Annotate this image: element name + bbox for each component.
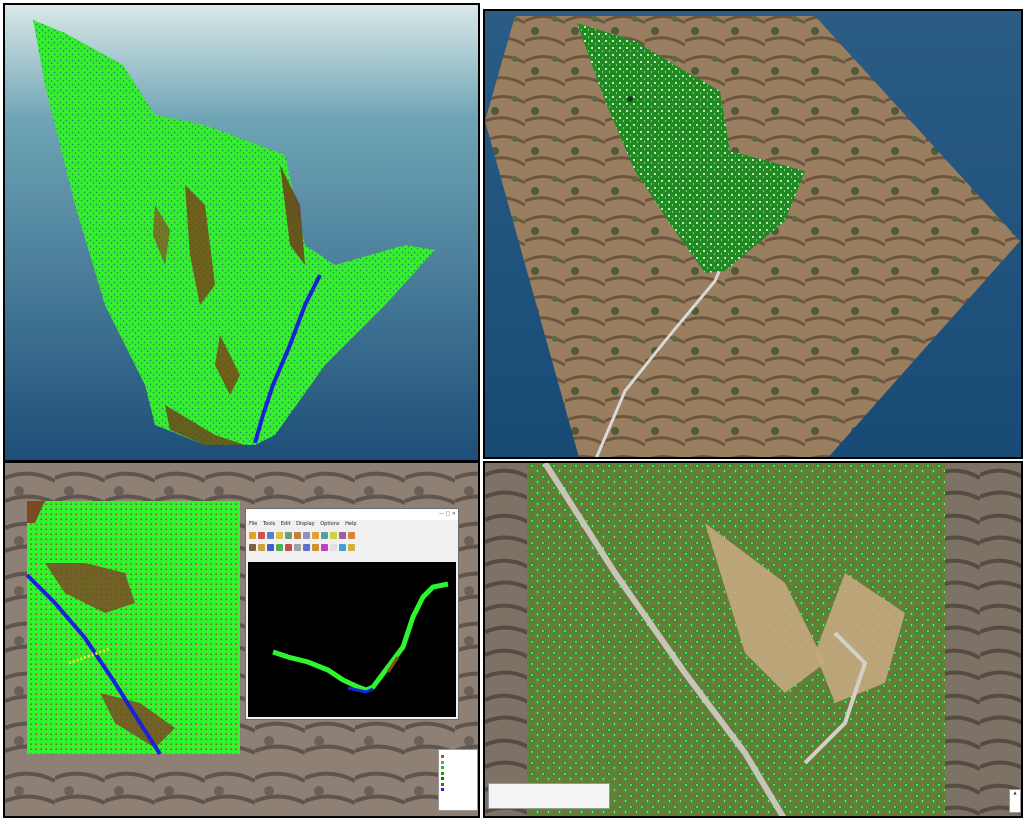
profile-window[interactable]: — □ ✕ File Tools Edit Display Options He… [245,508,459,720]
tool-icon[interactable] [348,543,355,551]
tool-icon[interactable] [285,543,292,551]
scale-bar [488,783,610,809]
panel-cloud-over-orthophoto [483,9,1023,459]
cloud-gap [627,96,633,102]
orthophoto-scene [485,11,1021,457]
tool-icon[interactable] [312,531,319,539]
panel-3d-classified-cloud [3,3,480,462]
tool-icon[interactable] [294,543,301,551]
menu-display[interactable]: Display [296,521,314,527]
profile-toolbar-2 [246,541,458,553]
tool-icon[interactable] [321,531,328,539]
profile-window-title: — □ ✕ [246,509,458,520]
profile-cross-section [272,581,449,694]
tool-icon[interactable] [276,543,283,551]
tool-icon[interactable] [258,543,265,551]
panel-profile-view: — □ ✕ File Tools Edit Display Options He… [3,461,480,818]
tool-icon[interactable] [249,531,256,539]
tool-icon[interactable] [330,531,337,539]
profile-toolbar-1 [246,529,458,541]
tool-icon[interactable] [258,531,265,539]
tool-icon[interactable] [339,531,346,539]
legend-item [441,787,475,793]
tool-icon[interactable] [303,531,310,539]
tool-icon[interactable] [303,543,310,551]
profile-menu-bar: File Tools Edit Display Options Help [246,520,458,529]
tool-icon[interactable] [312,543,319,551]
tool-icon[interactable] [276,531,283,539]
profile-vegetation [272,581,449,693]
tool-icon[interactable] [348,531,355,539]
classified-cloud-scene [5,5,478,460]
tool-icon[interactable] [267,543,274,551]
menu-help[interactable]: Help [345,521,356,527]
profile-viewport[interactable] [248,562,456,717]
tool-icon[interactable] [249,543,256,551]
menu-file[interactable]: File [249,521,257,527]
tool-icon[interactable] [339,543,346,551]
window-controls[interactable]: — □ ✕ [439,509,456,520]
menu-tools[interactable]: Tools [263,521,275,527]
class-legend [438,749,478,811]
panel-tree-detection: ▲ [483,461,1023,818]
menu-options[interactable]: Options [320,521,339,527]
tool-icon[interactable] [285,531,292,539]
north-arrow-icon: ▲ [1009,789,1021,813]
tool-icon[interactable] [321,543,328,551]
tool-icon[interactable] [330,543,337,551]
tree-detection-scene [485,463,1021,816]
tool-icon[interactable] [267,531,274,539]
tool-icon[interactable] [294,531,301,539]
menu-edit[interactable]: Edit [281,521,291,527]
